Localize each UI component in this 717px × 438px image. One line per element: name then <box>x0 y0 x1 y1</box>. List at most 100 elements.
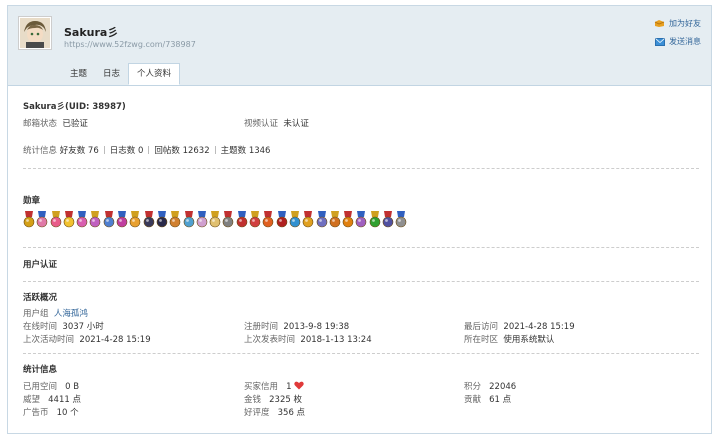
medal-icon[interactable] <box>369 211 381 228</box>
last-active-value: 2021-4-28 15:19 <box>79 335 151 345</box>
send-message-button[interactable]: 发送消息 <box>654 36 701 47</box>
email-status-label: 邮箱状态 <box>23 119 58 129</box>
profile-header: Sakura彡 https://www.52fzwg.com/738987 加为… <box>8 6 711 86</box>
prestige-label: 威望 <box>23 395 41 405</box>
username: Sakura彡 <box>64 26 119 39</box>
activity-title: 活跃概况 <box>23 293 58 303</box>
tab-threads[interactable]: 主题 <box>62 64 95 85</box>
send-message-label: 发送消息 <box>669 37 701 46</box>
video-status-value: 未认证 <box>283 119 309 129</box>
medal-icon[interactable] <box>249 211 261 228</box>
timezone-label: 所在时区 <box>464 335 499 345</box>
medal-icon[interactable] <box>209 211 221 228</box>
avatar[interactable] <box>18 16 52 50</box>
add-friend-button[interactable]: 加为好友 <box>654 18 701 29</box>
rating-label: 好评度 <box>244 408 270 418</box>
medal-icon[interactable] <box>89 211 101 228</box>
buyer-credit-value: 1 <box>286 382 292 392</box>
prestige-value: 4411 点 <box>48 395 81 405</box>
ad-coin-label: 广告币 <box>23 408 49 418</box>
contribution: 贡献 61 点 <box>464 393 511 405</box>
medal-icon[interactable] <box>276 211 288 228</box>
medal-icon[interactable] <box>169 211 181 228</box>
medal-icon[interactable] <box>382 211 394 228</box>
medal-icon[interactable] <box>183 211 195 228</box>
contribution-label: 贡献 <box>464 395 482 405</box>
divider <box>23 247 699 248</box>
tab-profile[interactable]: 个人资料 <box>128 63 181 85</box>
profile-panel: Sakura彡 https://www.52fzwg.com/738987 加为… <box>7 5 712 434</box>
money: 金钱 2325 枚 <box>244 393 302 405</box>
online-time-label: 在线时间 <box>23 322 58 332</box>
email-status-value: 已验证 <box>62 119 88 129</box>
medal-icon[interactable] <box>76 211 88 228</box>
register-time-label: 注册时间 <box>244 322 279 332</box>
medals-title: 勋章 <box>23 196 41 206</box>
buyer-credit-label: 买家信用 <box>244 382 279 392</box>
medal-icon[interactable] <box>262 211 274 228</box>
medal-icon[interactable] <box>329 211 341 228</box>
medal-icon[interactable] <box>355 211 367 228</box>
name-uid: Sakura彡(UID: 38987) <box>23 102 126 112</box>
medal-icon[interactable] <box>143 211 155 228</box>
register-time-value: 2013-9-8 19:38 <box>283 322 350 332</box>
email-status: 邮箱状态 已验证 <box>23 117 88 129</box>
medal-icon[interactable] <box>63 211 75 228</box>
tab-blogs[interactable]: 日志 <box>95 64 128 85</box>
register-time: 注册时间 2013-9-8 19:38 <box>244 320 349 332</box>
points: 积分 22046 <box>464 380 516 392</box>
rating: 好评度 356 点 <box>244 406 305 418</box>
divider <box>23 353 699 354</box>
user-group-label: 用户组 <box>23 309 49 319</box>
verification-title: 用户认证 <box>23 260 58 270</box>
buyer-credit: 买家信用 1 <box>244 380 304 392</box>
medal-icon[interactable] <box>50 211 62 228</box>
heart-icon <box>294 381 304 390</box>
last-post-value: 2018-1-13 13:24 <box>300 335 372 345</box>
stats-title: 统计信息 <box>23 365 58 375</box>
add-friend-label: 加为好友 <box>669 19 701 28</box>
prestige: 威望 4411 点 <box>23 393 81 405</box>
medal-icon[interactable] <box>236 211 248 228</box>
medal-icon[interactable] <box>316 211 328 228</box>
video-status-label: 视频认证 <box>244 119 279 129</box>
user-group-value[interactable]: 人海孤鸿 <box>54 309 88 319</box>
medal-icon[interactable] <box>302 211 314 228</box>
medal-icon[interactable] <box>36 211 48 228</box>
medals-list <box>23 211 409 228</box>
last-post-label: 上次发表时间 <box>244 335 296 345</box>
medal-icon[interactable] <box>342 211 354 228</box>
divider <box>23 281 699 282</box>
medal-icon[interactable] <box>395 211 407 228</box>
medal-icon[interactable] <box>196 211 208 228</box>
timezone: 所在时区 使用系统默认 <box>464 333 554 345</box>
ad-coin-value: 10 个 <box>56 408 79 418</box>
threads-count[interactable]: 主题数 1346 <box>221 146 271 156</box>
user-url[interactable]: https://www.52fzwg.com/738987 <box>64 40 196 49</box>
medal-icon[interactable] <box>222 211 234 228</box>
video-status: 视频认证 未认证 <box>244 117 309 129</box>
last-active: 上次活动时间 2021-4-28 15:19 <box>23 333 151 345</box>
replies-count[interactable]: 回帖数 12632 <box>154 146 209 156</box>
last-post: 上次发表时间 2018-1-13 13:24 <box>244 333 372 345</box>
add-friend-icon <box>654 20 665 27</box>
divider <box>23 168 699 169</box>
online-time: 在线时间 3037 小时 <box>23 320 104 332</box>
medal-icon[interactable] <box>289 211 301 228</box>
blogs-count[interactable]: 日志数 0 <box>110 146 144 156</box>
last-active-label: 上次活动时间 <box>23 335 75 345</box>
medal-icon[interactable] <box>103 211 115 228</box>
used-space-label: 已用空间 <box>23 382 58 392</box>
friends-count[interactable]: 好友数 76 <box>60 146 99 156</box>
medal-icon[interactable] <box>129 211 141 228</box>
ad-coin: 广告币 10 个 <box>23 406 79 418</box>
medal-icon[interactable] <box>116 211 128 228</box>
online-time-value: 3037 小时 <box>62 322 104 332</box>
money-value: 2325 枚 <box>269 395 302 405</box>
used-space-value: 0 B <box>65 382 80 392</box>
profile-tabs: 主题 日志 个人资料 <box>62 63 181 85</box>
stats-summary: 统计信息 好友数 76 日志数 0 回帖数 12632 主题数 1346 <box>23 144 270 156</box>
medal-icon[interactable] <box>156 211 168 228</box>
timezone-value: 使用系统默认 <box>503 335 555 345</box>
medal-icon[interactable] <box>23 211 35 228</box>
